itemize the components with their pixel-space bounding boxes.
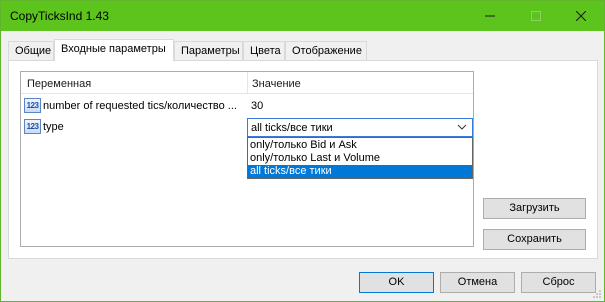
tab-label: Цвета [250, 45, 281, 57]
dropdown-option[interactable]: only/только Last и Volume [248, 152, 472, 165]
dropdown-option[interactable]: only/только Bid и Ask [248, 139, 472, 152]
tab-label: Входные параметры [61, 43, 166, 55]
type-select[interactable]: all ticks/все тики [247, 118, 473, 137]
tab-parameters[interactable]: Параметры [174, 41, 243, 60]
save-button[interactable]: Сохранить [483, 229, 586, 250]
maximize-icon [531, 11, 541, 21]
header-value[interactable]: Значение [252, 78, 301, 90]
integer-icon: 123 [24, 98, 41, 113]
tab-label: Общие [15, 45, 52, 57]
table-row[interactable]: 123 number of requested tics/количество … [21, 96, 473, 116]
tab-label: Параметры [181, 45, 240, 57]
column-separator[interactable] [247, 72, 248, 94]
variable-name: number of requested tics/количество ... [43, 100, 237, 112]
close-button[interactable] [558, 1, 604, 31]
header-variable[interactable]: Переменная [27, 78, 91, 90]
tab-label: Отображение [292, 45, 362, 57]
close-icon [576, 11, 586, 21]
grid-header: Переменная Значение [21, 72, 473, 94]
window-title: CopyTicksInd 1.43 [10, 9, 109, 23]
load-button[interactable]: Загрузить [483, 198, 586, 219]
tab-display[interactable]: Отображение [285, 41, 367, 60]
type-dropdown-list: only/только Bid и Ask only/только Last и… [247, 137, 473, 179]
parameters-grid: Переменная Значение 123 number of reques… [20, 71, 474, 247]
minimize-icon [485, 15, 495, 17]
tab-colors[interactable]: Цвета [243, 41, 285, 60]
title-bar[interactable]: CopyTicksInd 1.43 [1, 1, 604, 31]
variable-value[interactable]: 30 [251, 100, 263, 112]
tab-general[interactable]: Общие [8, 41, 54, 60]
dropdown-option-selected[interactable]: all ticks/все тики [248, 165, 472, 178]
minimize-button[interactable] [467, 1, 513, 31]
resize-grip-icon[interactable] [592, 289, 602, 299]
variable-name: type [43, 121, 64, 133]
ok-button[interactable]: OK [359, 272, 434, 293]
tab-input-parameters[interactable]: Входные параметры [54, 39, 174, 61]
chevron-down-icon [457, 124, 467, 130]
maximize-button[interactable] [513, 1, 559, 31]
integer-icon: 123 [24, 119, 41, 134]
cancel-button[interactable]: Отмена [440, 272, 515, 293]
dialog-window: CopyTicksInd 1.43 Общие Входные параметр… [0, 0, 605, 302]
type-select-value: all ticks/все тики [251, 122, 333, 134]
reset-button[interactable]: Сброс [521, 272, 596, 293]
